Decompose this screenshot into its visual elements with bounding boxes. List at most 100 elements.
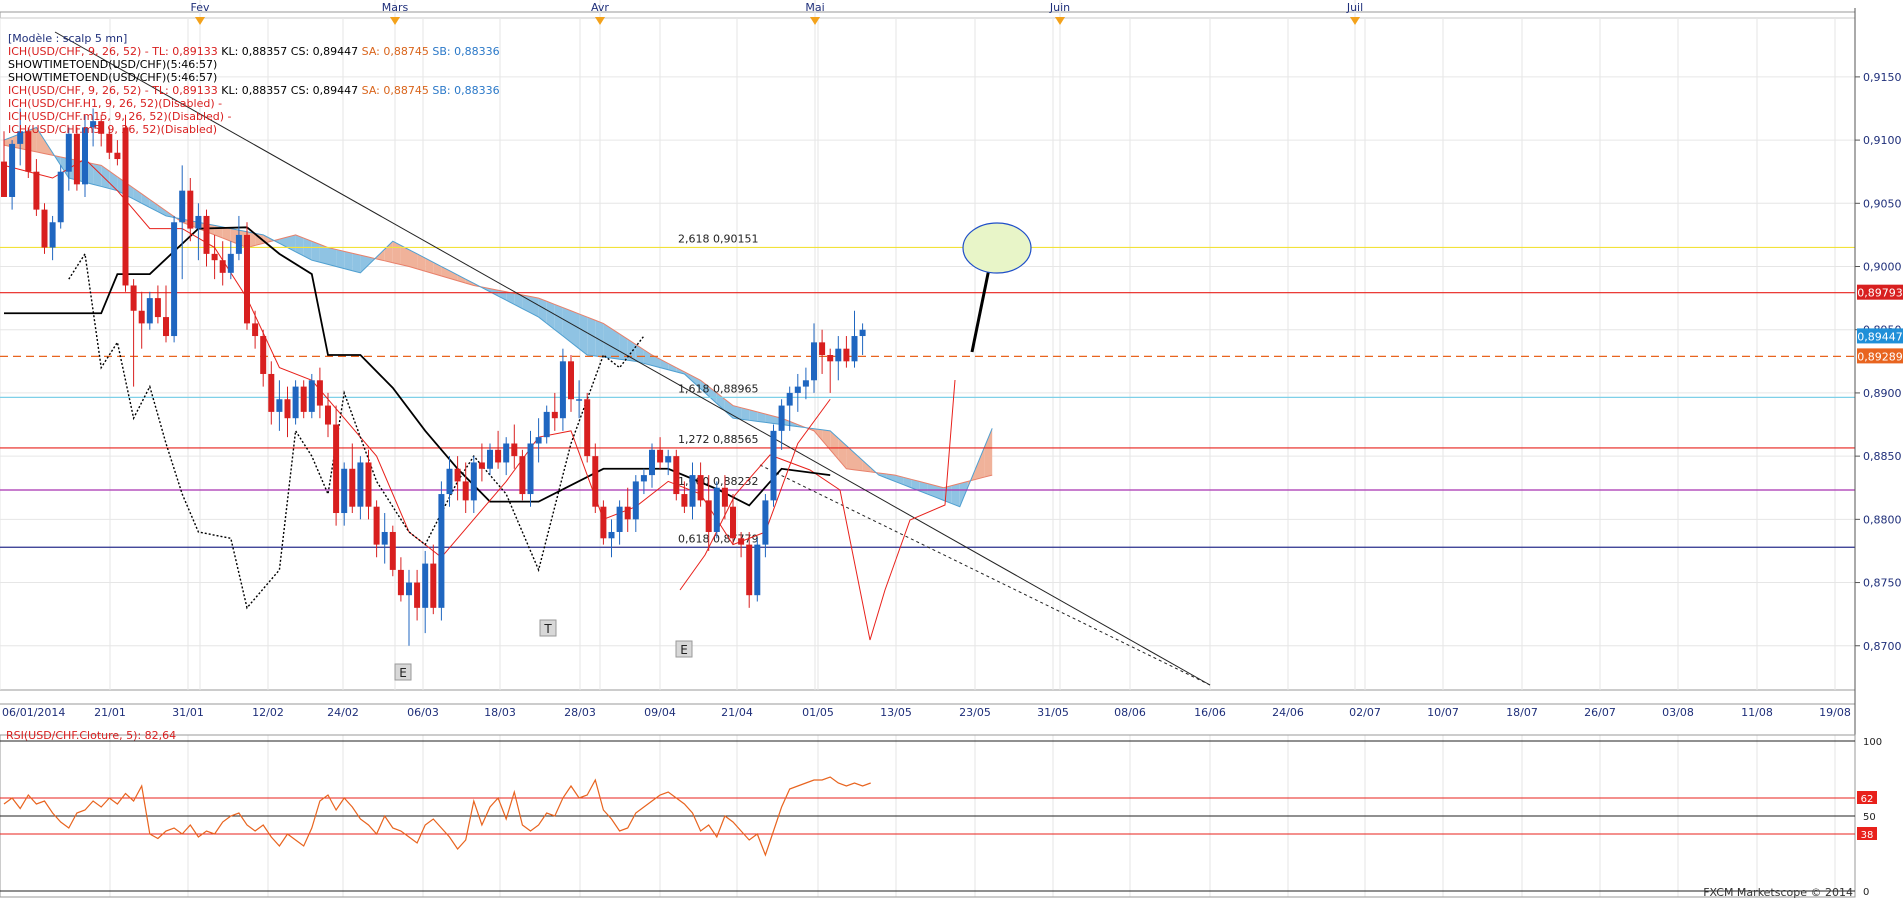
x-tick-label: 11/08 — [1741, 706, 1773, 719]
candle-body — [57, 171, 64, 223]
candle-body — [503, 443, 510, 463]
candle-body — [308, 380, 315, 412]
legend-segment: SHOWTIMETOEND(USD/CHF)(5:46:57) — [8, 58, 218, 71]
x-tick-label: 13/05 — [880, 706, 912, 719]
x-tick-label: 21/01 — [94, 706, 126, 719]
legend-segment: SB: 0,88336 — [428, 84, 500, 97]
y-tick-label: 0,8700 — [1863, 640, 1902, 653]
candle-body — [551, 411, 558, 419]
kumo-segment — [328, 247, 337, 267]
candle-body — [559, 361, 566, 419]
candle-body — [859, 329, 866, 337]
candle-body — [341, 468, 348, 514]
candle-body — [373, 506, 380, 545]
month-label: Avr — [591, 1, 609, 14]
x-tick-label: 23/05 — [959, 706, 991, 719]
candle-body — [446, 468, 453, 495]
x-tick-label: 18/03 — [484, 706, 516, 719]
candle-body — [333, 424, 340, 514]
legend-segment: [Modèle : scalp 5 mn] — [8, 32, 128, 45]
candle-body — [721, 487, 728, 507]
candle-body — [697, 475, 704, 501]
candle-body — [608, 531, 615, 539]
annotation-label: E — [399, 666, 407, 680]
candle-body — [438, 494, 445, 608]
legend-segment: SA: 0,88745 — [358, 84, 429, 97]
y-tick-label: 0,8900 — [1863, 387, 1902, 400]
candle-body — [802, 380, 809, 387]
candle-body — [794, 386, 801, 393]
y-tick-label: 0,8850 — [1863, 450, 1902, 463]
target-ellipse — [962, 222, 1032, 274]
y-tick-label: 0,9050 — [1863, 197, 1902, 210]
candle-body — [252, 323, 259, 337]
legend-segment: KL: 0,88357 CS: 0,89447 — [217, 45, 359, 58]
legend-segment: ICH(USD/CHF.m5, 9, 26, 52)(Disabled) — [8, 123, 218, 136]
candle-body — [260, 336, 267, 374]
rsi-level-label: 62 — [1861, 794, 1874, 805]
candle-body — [122, 127, 129, 286]
candle-body — [365, 462, 372, 507]
candle-body — [316, 380, 323, 406]
x-tick-label: 10/07 — [1427, 706, 1459, 719]
month-label: Mai — [805, 1, 824, 14]
indicator-legend: [Modèle : scalp 5 mn] ICH(USD/CHF, 9, 26,… — [8, 32, 500, 136]
legend-line: ICH(USD/CHF, 9, 26, 52) - TL: 0,89133 KL… — [8, 45, 500, 58]
legend-line: ICH(USD/CHF.m5, 9, 26, 52)(Disabled) — [8, 123, 500, 136]
rsi-level-label: 100 — [1863, 737, 1882, 748]
x-tick-label: 24/02 — [327, 706, 359, 719]
candle-body — [227, 253, 234, 273]
annotation-label: T — [543, 622, 552, 636]
candle-body — [811, 342, 817, 381]
candle-body — [649, 449, 655, 476]
candle-body — [673, 456, 680, 495]
x-tick-label: 16/06 — [1194, 706, 1226, 719]
candle-body — [519, 456, 526, 495]
candle-body — [705, 500, 712, 532]
kumo-segment — [336, 249, 345, 269]
month-label: Fev — [190, 1, 209, 14]
y-tick-label: 0,9150 — [1863, 71, 1902, 84]
rsi-label: RSI(USD/CHF.Cloture, 5): 82,64 — [6, 729, 176, 742]
candle-body — [25, 131, 32, 172]
copyright-text: FXCM Marketscope © 2014 — [1703, 886, 1853, 899]
candle-body — [819, 342, 826, 355]
candle-body — [511, 443, 518, 457]
candle-body — [600, 506, 607, 539]
candle-body — [235, 234, 242, 254]
candle-body — [624, 506, 631, 520]
legend-segment: KL: 0,88357 CS: 0,89447 — [217, 84, 359, 97]
price-tag-label: 0,89447 — [1857, 330, 1903, 343]
candle-body — [325, 405, 331, 425]
candle-body — [478, 462, 485, 469]
candle-body — [357, 462, 364, 507]
candle-body — [730, 506, 736, 539]
month-label: Juil — [1346, 1, 1363, 14]
candle-body — [389, 531, 396, 570]
candle-body — [584, 399, 591, 457]
x-tick-label: 18/07 — [1506, 706, 1538, 719]
candle-body — [713, 487, 720, 532]
candle-body — [284, 399, 291, 419]
candle-body — [632, 481, 639, 520]
x-tick-label: 31/05 — [1037, 706, 1069, 719]
legend-segment: ICH(USD/CHF.H1, 9, 26, 52)(Disabled) - — [8, 97, 223, 110]
candle-body — [681, 494, 688, 507]
candle-body — [827, 355, 834, 362]
legend-line: ICH(USD/CHF.H1, 9, 26, 52)(Disabled) - — [8, 97, 500, 110]
x-tick-label: 26/07 — [1584, 706, 1616, 719]
candle-body — [276, 399, 283, 412]
candle-body — [33, 171, 40, 210]
x-tick-label: 19/08 — [1819, 706, 1851, 719]
candle-body — [146, 298, 153, 324]
legend-line: ICH(USD/CHF, 9, 26, 52) - TL: 0,89133 KL… — [8, 84, 500, 97]
candle-body — [495, 449, 502, 463]
candle-body — [244, 234, 250, 324]
candle-body — [843, 348, 850, 362]
candle-body — [349, 468, 356, 507]
candle-body — [422, 563, 429, 608]
legend-segment: SA: 0,88745 — [358, 45, 429, 58]
legend-line: ICH(USD/CHF.m15, 9, 26, 52)(Disabled) - — [8, 110, 500, 123]
candle-body — [219, 260, 226, 273]
candle-body — [1, 161, 7, 197]
